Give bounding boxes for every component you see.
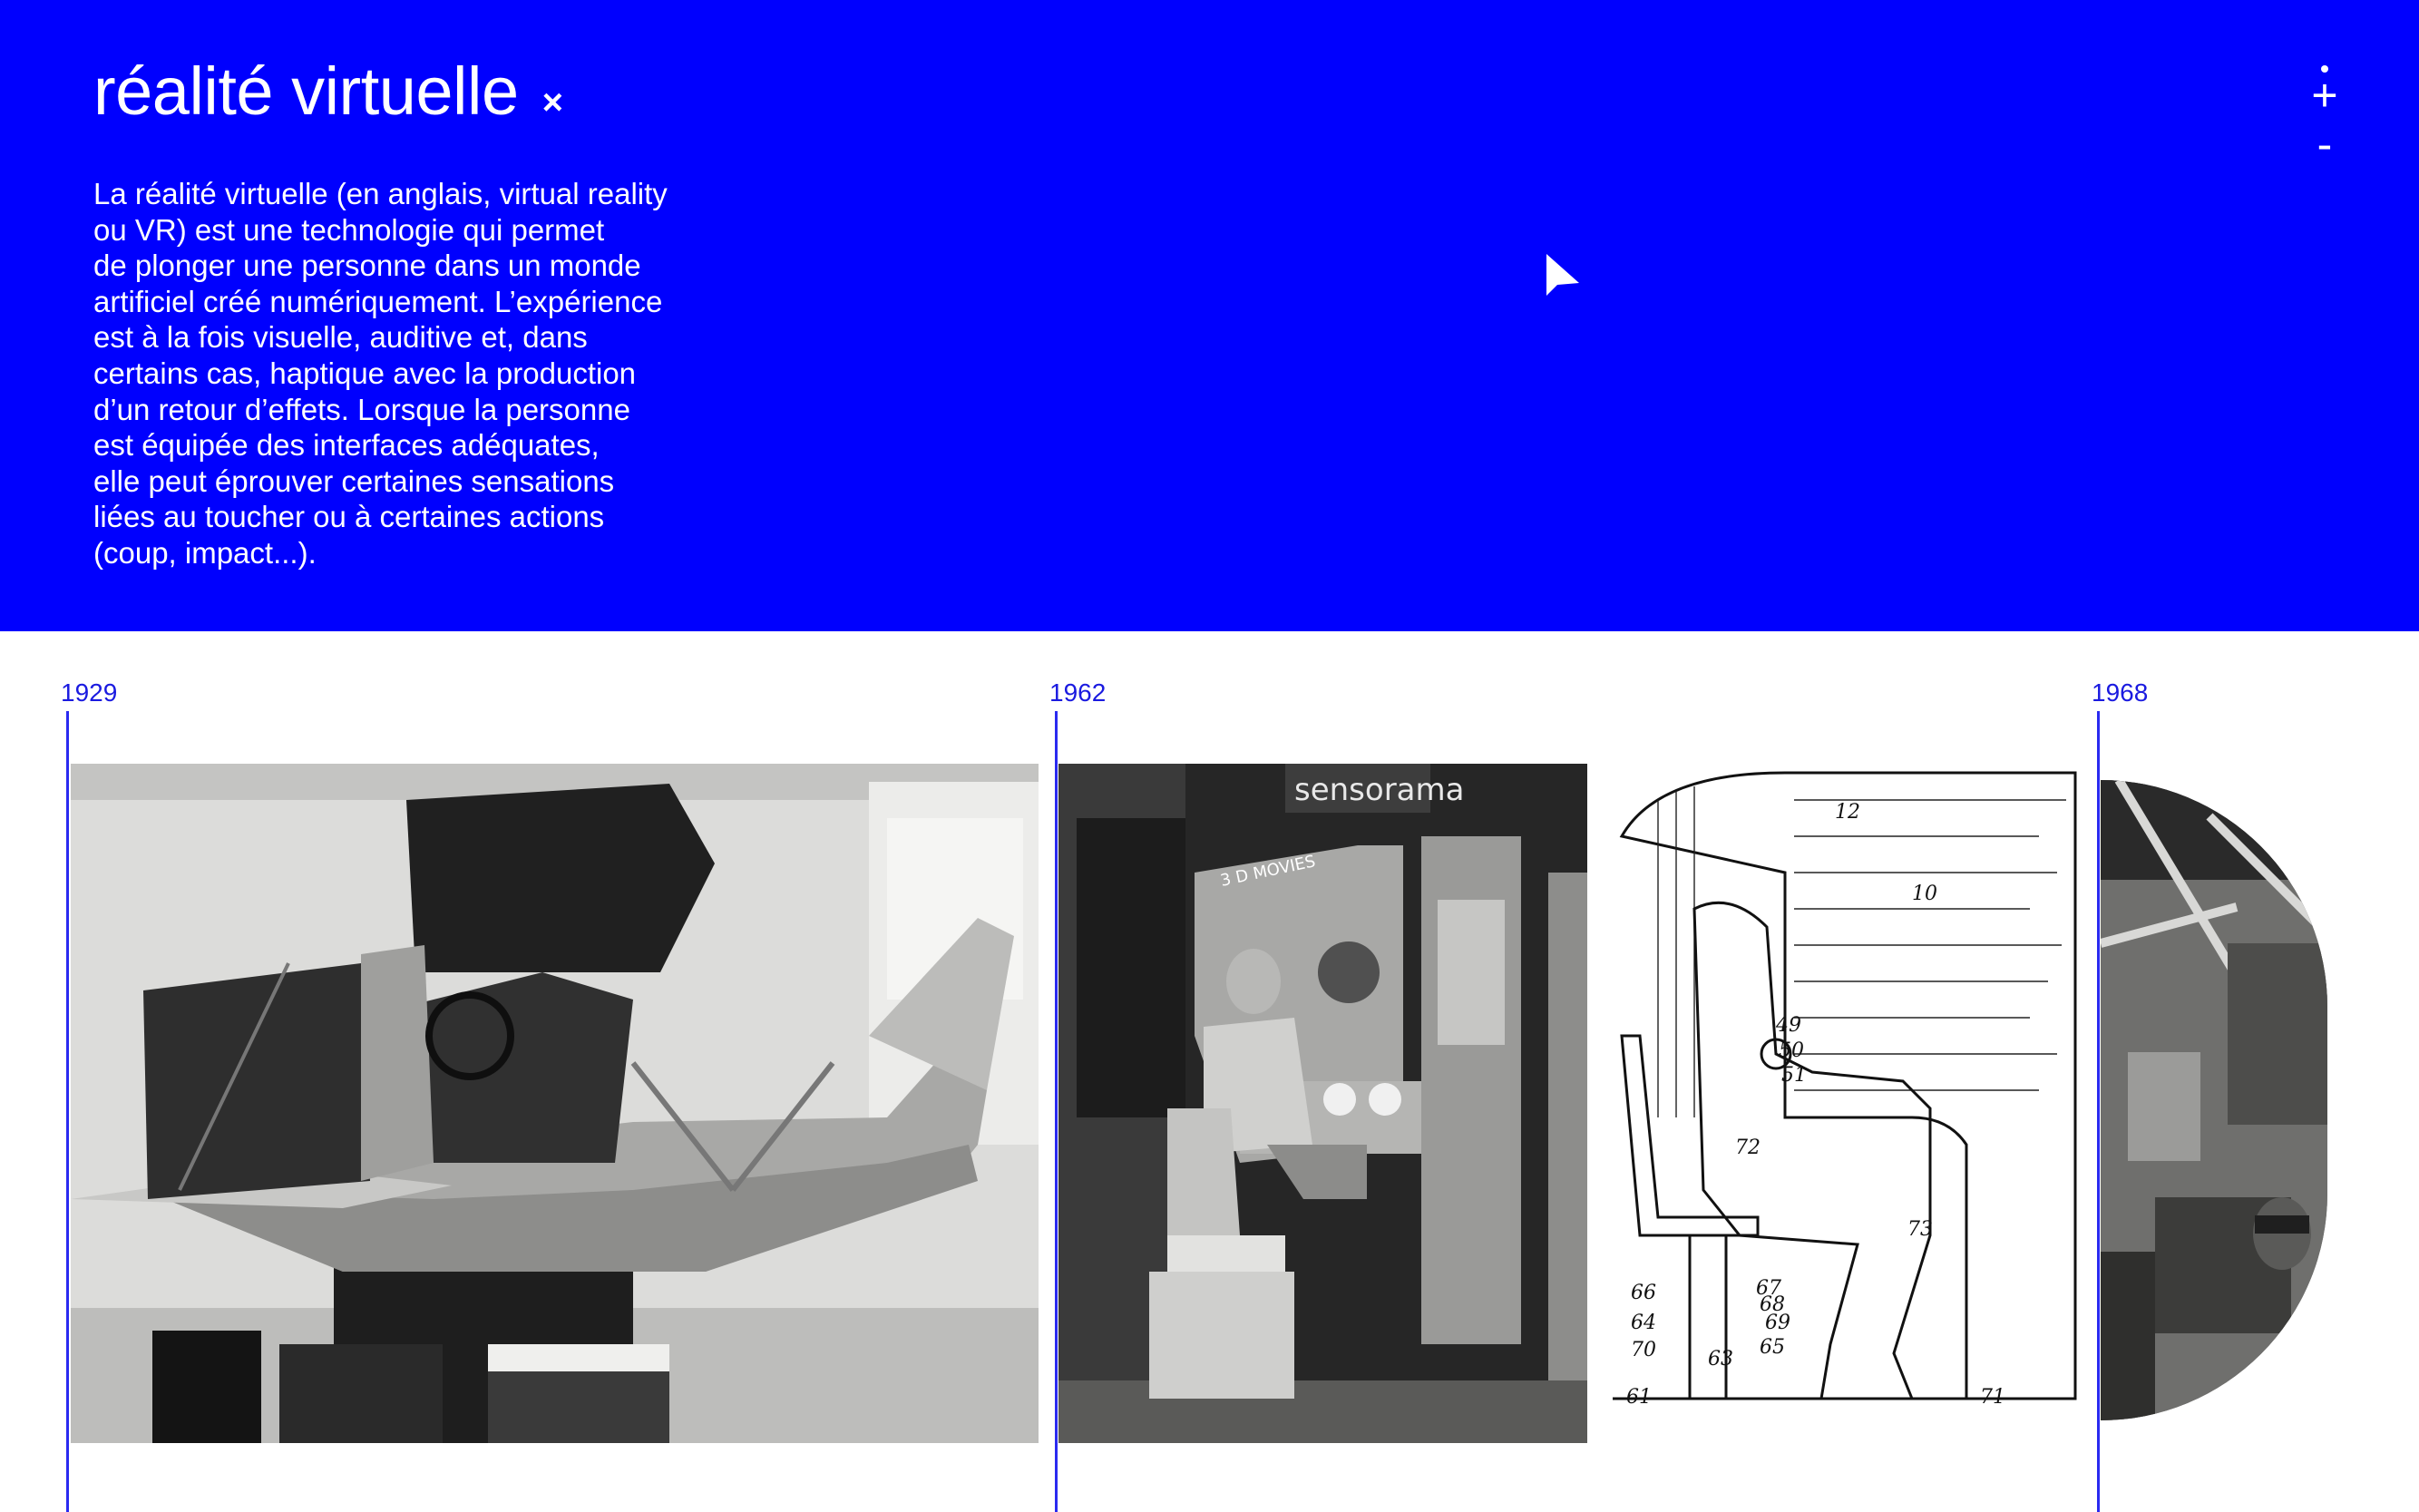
patent-label: 70 (1631, 1339, 1656, 1361)
zoom-in-button[interactable]: + (2302, 73, 2347, 118)
timeline-line (66, 711, 69, 1512)
page-title: réalité virtuelle (93, 54, 519, 129)
timeline-line (2097, 711, 2100, 1512)
year-label[interactable]: 1929 (61, 678, 117, 707)
sensorama-illustration: sensorama 3 D MOVIES (1058, 764, 1587, 1443)
patent-label: 73 (1907, 1218, 1933, 1241)
patent-label: 69 (1765, 1312, 1790, 1334)
patent-label: 64 (1631, 1312, 1656, 1334)
flight-simulator-illustration (71, 764, 1039, 1443)
year-label[interactable]: 1968 (2092, 678, 2148, 707)
sensorama-patent-drawing[interactable]: 12 10 49 50 51 72 73 66 67 68 64 69 70 6… (1604, 764, 2084, 1443)
patent-label: 12 (1835, 801, 1860, 824)
definition-text: La réalité virtuelle (en anglais, virtua… (93, 177, 668, 570)
definition-header: réalité virtuelle × La réalité virtuelle… (0, 0, 2419, 631)
zoom-controls: + - (2302, 54, 2347, 167)
sensorama-sign-text: sensorama (1294, 772, 1464, 808)
patent-label: 50 (1779, 1039, 1804, 1062)
close-button[interactable]: × (542, 84, 563, 121)
mouse-cursor-icon (1546, 254, 1579, 296)
patent-label: 71 (1980, 1386, 2005, 1409)
sensorama-machine-photo[interactable]: sensorama 3 D MOVIES (1058, 764, 1587, 1443)
flight-simulator-photo[interactable] (71, 764, 1039, 1443)
zoom-out-button[interactable]: - (2302, 122, 2347, 167)
timeline-line (1055, 711, 1058, 1512)
patent-label: 51 (1781, 1064, 1807, 1087)
patent-label: 66 (1631, 1282, 1656, 1304)
year-label[interactable]: 1962 (1049, 678, 1106, 707)
patent-label: 10 (1912, 883, 1937, 905)
patent-label: 49 (1775, 1014, 1801, 1037)
patent-label: 65 (1760, 1336, 1785, 1359)
patent-label: 72 (1735, 1136, 1761, 1159)
title-row: réalité virtuelle × (93, 58, 563, 125)
patent-illustration: 12 10 49 50 51 72 73 66 67 68 64 69 70 6… (1604, 764, 2084, 1443)
patent-label: 63 (1708, 1348, 1733, 1371)
patent-label: 61 (1626, 1386, 1652, 1409)
